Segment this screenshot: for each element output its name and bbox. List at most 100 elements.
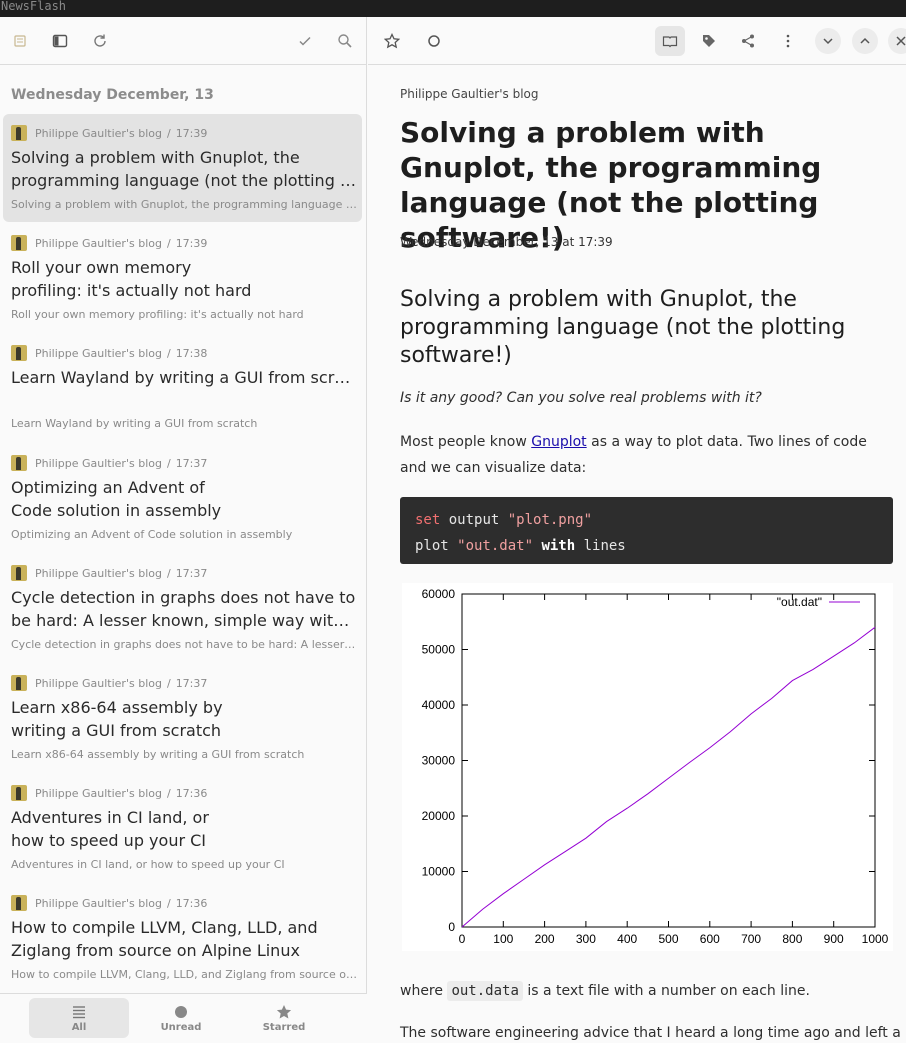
article-time: 17:39	[175, 236, 208, 250]
article-feed-name: Philippe Gaultier's blog	[35, 236, 162, 250]
article-heading: Solving a problem with Gnuplot, the prog…	[400, 287, 846, 368]
filter-unread-button[interactable]: Unread	[131, 998, 231, 1038]
feed-favicon-icon	[11, 675, 27, 691]
filter-bar: All Unread Starred	[0, 993, 367, 1043]
paragraph-where-text: where	[400, 983, 448, 999]
code-line-1: set output "plot.png"	[415, 507, 878, 533]
article-row[interactable]: Philippe Gaultier's blog / 17:37 Cycle dete…	[3, 554, 362, 662]
article-title: Learn x86-64 assembly by writing a GUI fr…	[11, 696, 357, 742]
list-icon	[73, 1005, 85, 1018]
article-title: Learn Wayland by writing a GUI from scra…	[11, 366, 357, 389]
refresh-button[interactable]	[85, 26, 115, 56]
meta-separator: /	[166, 236, 171, 250]
feed-favicon-icon	[11, 235, 27, 251]
filter-starred-label: Starred	[262, 1021, 306, 1033]
code-line-2: plot "out.dat" with lines	[415, 533, 878, 559]
filter-all-label: All	[71, 1021, 87, 1033]
next-article-button[interactable]	[815, 28, 841, 54]
filter-all-button[interactable]: All	[29, 998, 129, 1038]
paragraph-intro: Most people know Gnuplot as a way to plo…	[400, 429, 893, 481]
article-time: 17:37	[175, 676, 208, 690]
article-feed-name: Philippe Gaultier's blog	[400, 87, 539, 101]
article-title-line: How to compile LLVM, Clang, LLD, and	[11, 918, 318, 937]
series-line	[461, 626, 876, 928]
x-tick-label: 1000	[862, 932, 889, 946]
sidebar-toggle-button[interactable]	[45, 26, 75, 56]
unread-dot-icon	[175, 1005, 187, 1018]
previous-article-button[interactable]	[852, 28, 878, 54]
article-meta: Philippe Gaultier's blog / 17:36	[11, 895, 207, 911]
article-subtitle: Is it any good? Can you solve real probl…	[400, 390, 762, 406]
list-toolbar	[0, 17, 366, 65]
meta-separator: /	[166, 126, 171, 140]
refresh-icon	[94, 34, 106, 47]
feed-favicon-icon	[11, 455, 27, 471]
article-meta: Philippe Gaultier's blog / 17:39	[11, 235, 207, 251]
close-article-button[interactable]	[888, 28, 906, 54]
mark-unread-button[interactable]	[419, 26, 449, 56]
plot-frame	[461, 593, 876, 928]
article-row[interactable]: Philippe Gaultier's blog / 17:39 Roll your …	[3, 224, 362, 332]
x-tick-label: 200	[535, 932, 555, 946]
article-summary: Adventures in CI land, or how to speed u…	[11, 858, 285, 871]
mark-all-read-button[interactable]	[290, 26, 320, 56]
feeds-icon	[14, 35, 26, 47]
article-meta: Philippe Gaultier's blog / 17:39	[11, 125, 207, 141]
article-summary: Cycle detection in graphs does not have …	[11, 638, 357, 651]
article-row[interactable]: Philippe Gaultier's blog / 17:39 Solving a …	[3, 114, 362, 222]
article-title-line: writing a GUI from scratch	[11, 721, 222, 740]
search-icon	[338, 34, 352, 48]
article-title-line: how to speed up your CI	[11, 831, 207, 850]
article-meta: Philippe Gaultier's blog / 17:38	[11, 345, 207, 361]
share-button[interactable]	[733, 26, 763, 56]
article-title: Roll your own memory profiling: it's actu…	[11, 256, 357, 302]
article-feed-name: Philippe Gaultier's blog	[35, 346, 162, 360]
article-title-line: Adventures in CI land, or	[11, 808, 209, 827]
article-time: 17:36	[175, 786, 208, 800]
x-tick-label: 400	[617, 932, 637, 946]
article-row[interactable]: Philippe Gaultier's blog / 17:36 Adventures…	[3, 774, 362, 882]
feed-favicon-icon	[11, 895, 27, 911]
feed-favicon-icon	[11, 345, 27, 361]
article-title: How to compile LLVM, Clang, LLD, and Zigl…	[11, 916, 357, 962]
article-time: 17:38	[175, 346, 208, 360]
article-summary: Solving a problem with Gnuplot, the prog…	[11, 198, 357, 211]
code-string: "out.dat"	[448, 538, 542, 554]
plot-image: 0 100 200 300 400 500 600 700 800 900 1000 0 10000 20…	[402, 583, 893, 951]
article-feed-name: Philippe Gaultier's blog	[35, 676, 162, 690]
article-time: 17:37	[175, 456, 208, 470]
filter-unread-label: Unread	[160, 1021, 202, 1033]
article-title-line: Solving a problem with Gnuplot, the	[11, 148, 300, 167]
article-toolbar	[368, 17, 906, 65]
article-feed-name: Philippe Gaultier's blog	[35, 126, 162, 140]
y-tick-label: 60000	[422, 587, 456, 601]
x-tick-label: 300	[576, 932, 596, 946]
menu-button[interactable]	[773, 26, 803, 56]
code-keyword: set	[415, 512, 441, 528]
star-button[interactable]	[377, 26, 407, 56]
article-row[interactable]: Philippe Gaultier's blog / 17:37 Optimizing…	[3, 444, 362, 552]
article-title-line: Learn Wayland by writing a GUI from scra…	[11, 368, 357, 387]
article-row[interactable]: Philippe Gaultier's blog / 17:36 How to com…	[3, 884, 362, 992]
tag-button[interactable]	[694, 26, 724, 56]
close-icon	[896, 36, 906, 46]
article-row[interactable]: Philippe Gaultier's blog / 17:38 Learn Wayl…	[3, 334, 362, 442]
article-title-line: Roll your own memory	[11, 258, 192, 277]
meta-separator: /	[166, 566, 171, 580]
feed-favicon-icon	[11, 125, 27, 141]
code-block: set output "plot.png" plot "out.dat" wit…	[400, 497, 893, 564]
meta-separator: /	[166, 676, 171, 690]
window-titlebar: NewsFlash	[0, 0, 906, 17]
gnuplot-link[interactable]: Gnuplot	[531, 434, 586, 450]
article-title: Solving a problem with Gnuplot, the prog…	[400, 116, 822, 254]
search-button[interactable]	[330, 26, 360, 56]
feeds-button[interactable]	[5, 26, 35, 56]
article-title: Solving a problem with Gnuplot, the progr…	[11, 146, 357, 192]
article-feed-name: Philippe Gaultier's blog	[35, 896, 162, 910]
article-row[interactable]: Philippe Gaultier's blog / 17:37 Learn x86-…	[3, 664, 362, 772]
meta-separator: /	[166, 896, 171, 910]
article-time: 17:36	[175, 896, 208, 910]
filter-starred-button[interactable]: Starred	[234, 998, 334, 1038]
reader-mode-button[interactable]	[655, 26, 685, 56]
menu-icon	[786, 34, 790, 48]
